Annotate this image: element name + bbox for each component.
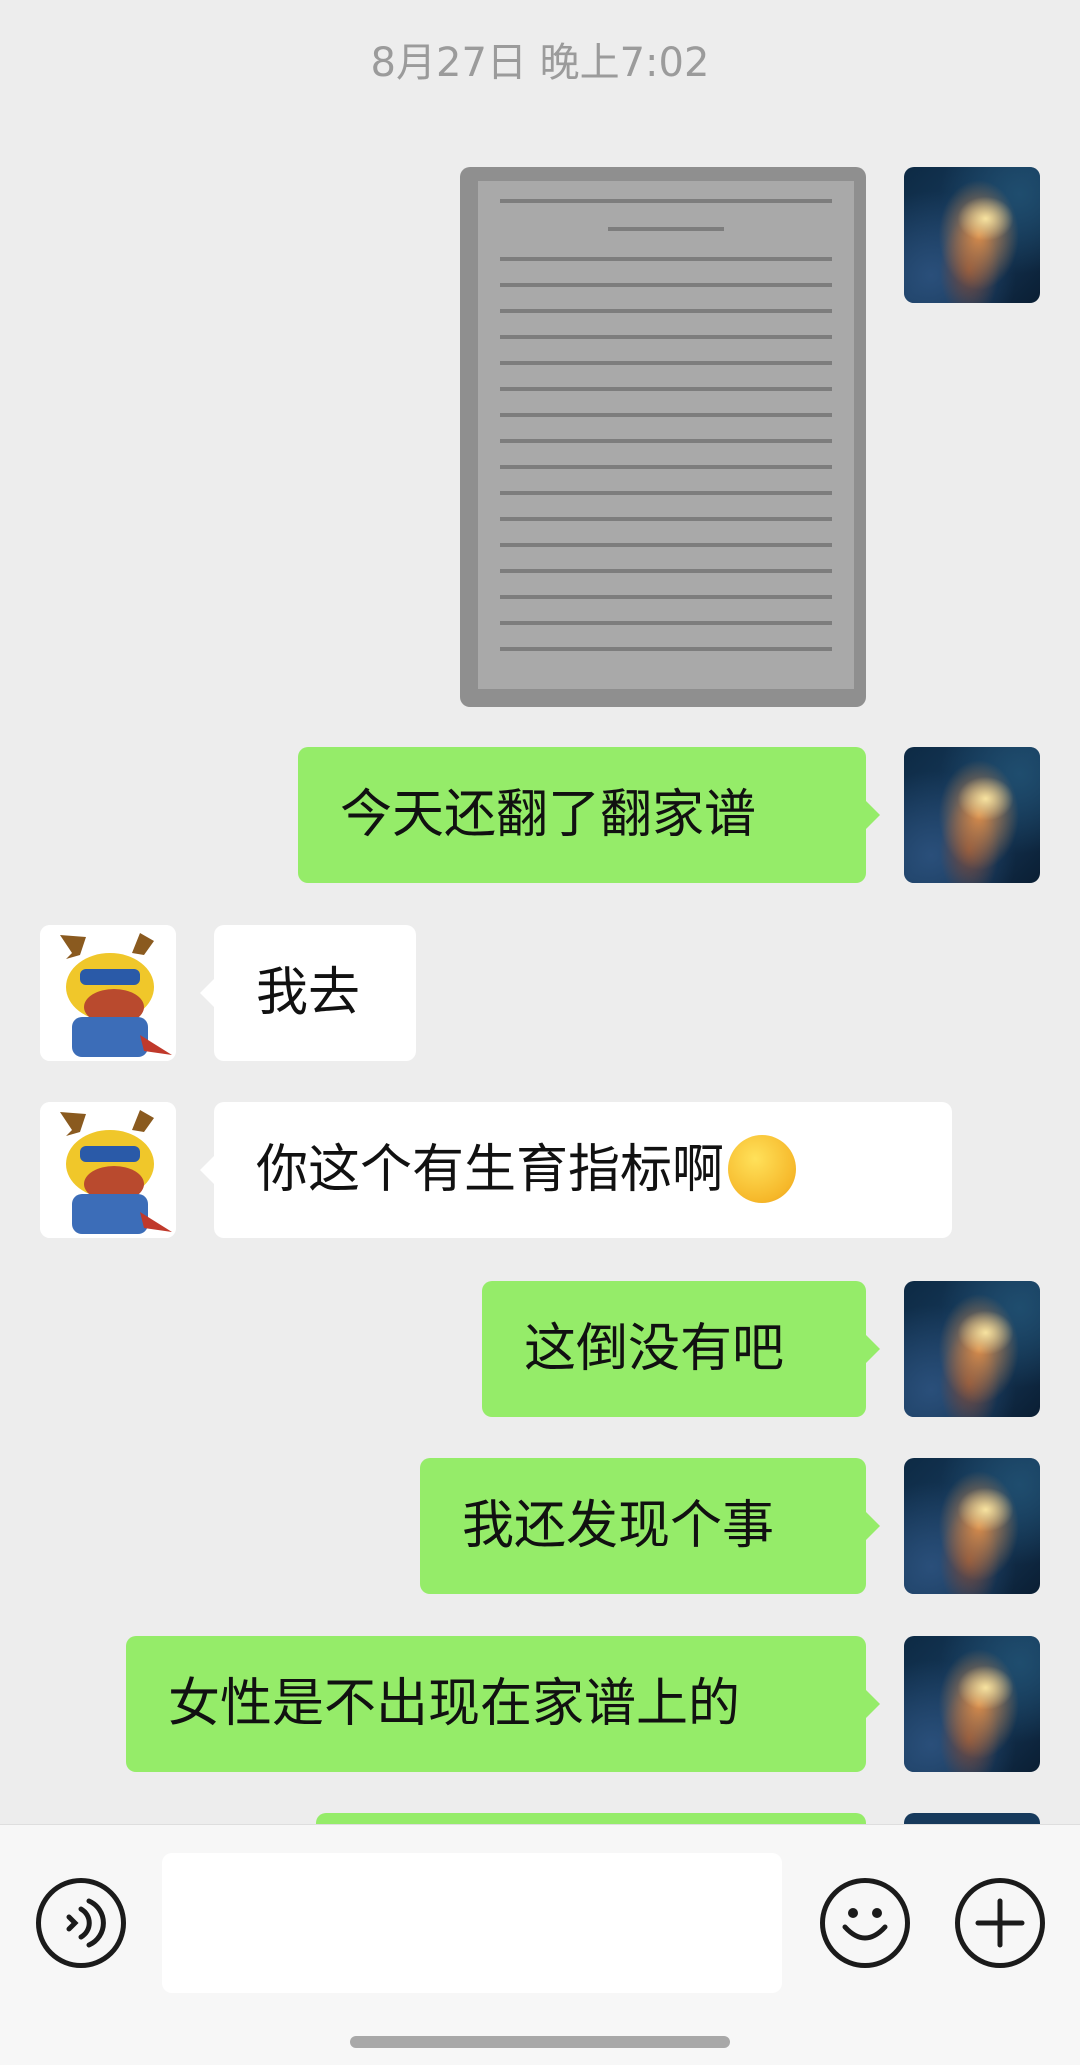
moose-mascot-icon — [40, 925, 176, 1061]
emoji-icon[interactable] — [820, 1878, 910, 1968]
chat-screen: 8月27日 晚上7:02 今天还翻了翻家谱 我去 你这个有生育指标啊 这倒没有吧… — [0, 0, 1080, 2065]
message-text: 你这个有生育指标啊 — [256, 1140, 725, 1200]
self-bubble[interactable]: 今天还翻了翻家谱 — [298, 747, 880, 883]
self-avatar[interactable] — [904, 167, 1040, 303]
next-bubble-peek — [316, 1813, 866, 1824]
self-avatar[interactable] — [904, 1281, 1040, 1417]
document-page — [478, 181, 854, 689]
home-indicator — [350, 2036, 730, 2048]
self-avatar[interactable] — [904, 1458, 1040, 1594]
self-bubble[interactable]: 我还发现个事 — [420, 1458, 880, 1594]
self-avatar[interactable] — [904, 1636, 1040, 1772]
other-bubble[interactable]: 你这个有生育指标啊 — [200, 1102, 952, 1238]
moose-mascot-icon — [40, 1102, 176, 1238]
timestamp: 8月27日 晚上7:02 — [370, 40, 710, 86]
genealogy-image[interactable] — [460, 167, 866, 707]
plus-icon[interactable] — [955, 1878, 1045, 1968]
message-input[interactable] — [162, 1853, 782, 1993]
voice-icon[interactable] — [36, 1878, 126, 1968]
other-bubble[interactable]: 我去 — [200, 925, 416, 1061]
next-avatar-peek — [904, 1813, 1040, 1824]
self-bubble[interactable]: 女性是不出现在家谱上的 — [126, 1636, 880, 1772]
self-avatar[interactable] — [904, 747, 1040, 883]
other-avatar[interactable] — [40, 925, 176, 1061]
other-avatar[interactable] — [40, 1102, 176, 1238]
input-bar — [0, 1824, 1080, 2065]
self-bubble[interactable]: 这倒没有吧 — [482, 1281, 880, 1417]
thinking-face-icon — [728, 1135, 797, 1203]
